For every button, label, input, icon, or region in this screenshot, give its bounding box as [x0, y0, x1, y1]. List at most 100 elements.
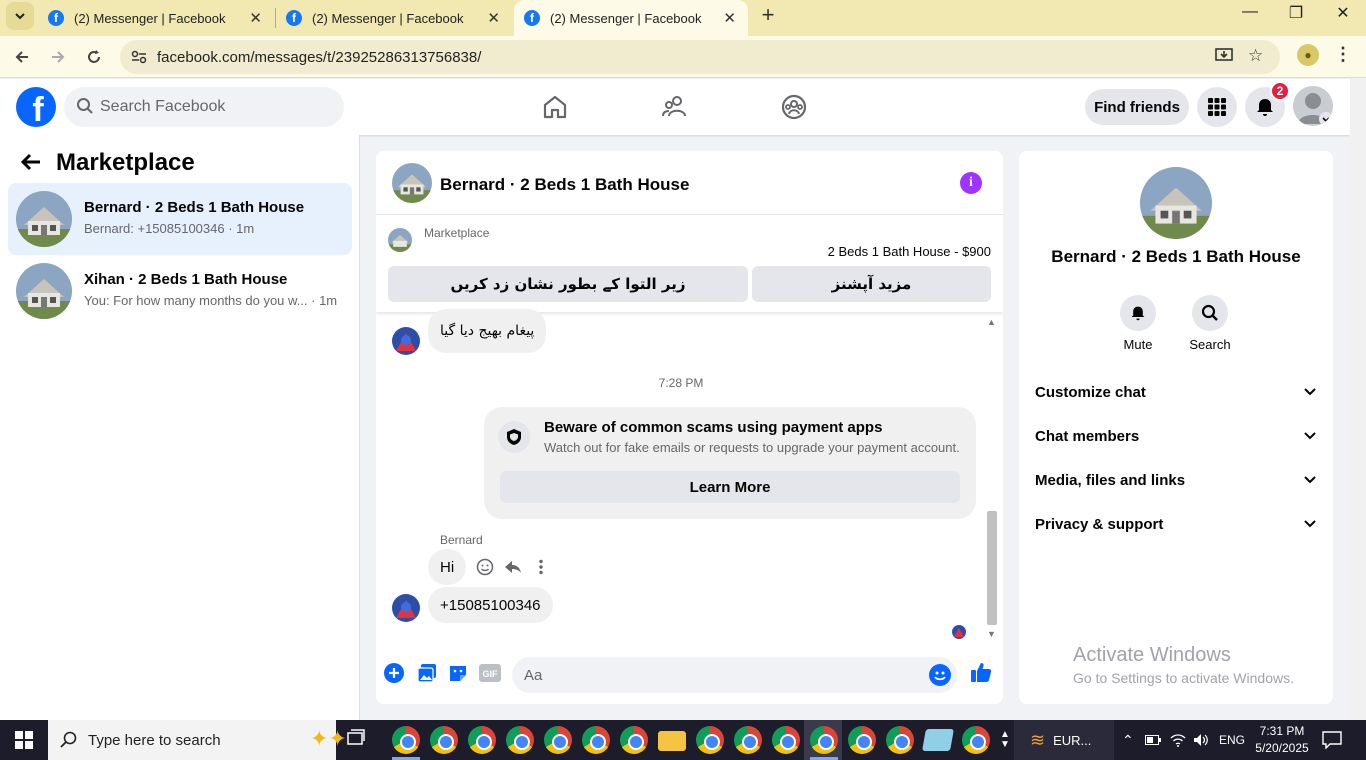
emoji-icon[interactable]	[929, 664, 951, 686]
media-files-links-row[interactable]: Media, files and links	[1035, 460, 1317, 500]
friends-icon[interactable]	[661, 93, 689, 121]
chrome-app-icon[interactable]	[886, 726, 914, 754]
tab-close-icon[interactable]: ✕	[249, 9, 262, 27]
sender-avatar[interactable]	[392, 327, 420, 355]
info-icon[interactable]: i	[960, 172, 982, 194]
reload-button[interactable]	[80, 44, 108, 70]
notes-app-icon[interactable]	[922, 729, 954, 751]
chrome-app-icon[interactable]	[582, 726, 610, 754]
chrome-app-icon[interactable]	[544, 726, 572, 754]
plus-circle-icon[interactable]	[383, 662, 405, 684]
scroll-down-icon[interactable]: ▼	[987, 629, 996, 639]
message-bubble[interactable]: پیغام بھیج دیا گیا	[428, 309, 547, 353]
chat-scrollbar[interactable]: ▲ ▼	[984, 313, 1000, 643]
copilot-sparkle-icon[interactable]: ✦✦	[310, 726, 347, 752]
chrome-app-icon[interactable]	[620, 726, 648, 754]
tab-close-icon[interactable]: ✕	[487, 9, 500, 27]
groups-icon[interactable]	[780, 93, 808, 121]
gif-icon[interactable]: GIF	[479, 662, 501, 684]
battery-icon[interactable]	[1145, 720, 1161, 760]
reply-icon[interactable]	[502, 556, 524, 578]
sender-avatar[interactable]	[392, 594, 420, 622]
facebook-search[interactable]	[64, 87, 344, 127]
close-window-button[interactable]: ✕	[1320, 3, 1366, 23]
mute-button[interactable]: Mute	[1108, 295, 1168, 352]
facebook-logo[interactable]: f	[16, 87, 56, 127]
home-icon[interactable]	[541, 93, 569, 121]
conversation-item[interactable]: Bernard · 2 Beds 1 Bath House Bernard: +…	[8, 183, 352, 255]
photo-icon[interactable]	[416, 662, 438, 684]
browser-profile-avatar[interactable]: ●	[1297, 44, 1319, 66]
learn-more-button[interactable]: Learn More	[500, 471, 960, 503]
chrome-app-icon[interactable]	[506, 726, 534, 754]
more-options-button[interactable]: مزید آپشنز	[752, 266, 991, 302]
search-input[interactable]	[100, 87, 330, 127]
chrome-app-icon[interactable]	[392, 726, 420, 754]
start-button[interactable]	[0, 720, 48, 760]
react-emoji-icon[interactable]	[474, 556, 496, 578]
search-in-chat-button[interactable]: Search	[1180, 295, 1240, 352]
task-view-icon[interactable]	[346, 728, 366, 753]
mark-pending-button[interactable]: زیر التوا کے بطور نشان زد کریں	[388, 266, 748, 302]
scroll-up-icon[interactable]: ▲	[987, 317, 996, 327]
message-input[interactable]	[524, 657, 914, 693]
wifi-icon[interactable]	[1170, 720, 1186, 760]
install-app-icon[interactable]	[1215, 46, 1233, 69]
chrome-app-icon-active[interactable]	[810, 726, 838, 754]
browser-menu-icon[interactable]: ⋮	[1334, 44, 1352, 65]
chat-title[interactable]: Bernard · 2 Beds 1 Bath House	[440, 175, 689, 195]
chrome-app-icon[interactable]	[962, 726, 990, 754]
tab-close-icon[interactable]: ✕	[723, 9, 736, 27]
weather-widget[interactable]: ≋ EUR...	[1014, 720, 1114, 760]
scroll-thumb[interactable]	[987, 511, 997, 625]
minimize-button[interactable]: —	[1227, 3, 1273, 21]
message-bubble[interactable]: +15085100346	[428, 587, 553, 623]
message-bubble[interactable]: Hi	[428, 549, 467, 585]
forward-button[interactable]	[44, 44, 72, 70]
show-hidden-icons-icon[interactable]: ⌃	[1122, 720, 1134, 760]
chrome-app-icon[interactable]	[696, 726, 724, 754]
account-avatar[interactable]	[1293, 86, 1333, 126]
taskbar-scroll-arrows[interactable]: ▲ ▼	[1000, 720, 1010, 760]
restore-button[interactable]: ❐	[1273, 3, 1319, 23]
browser-tab-1[interactable]: f (2) Messenger | Facebook ✕	[38, 0, 274, 36]
address-bar[interactable]: facebook.com/messages/t/2392528631375683…	[120, 40, 1280, 74]
taskbar-search[interactable]: ✦✦	[48, 720, 347, 760]
conversation-item[interactable]: Xihan · 2 Beds 1 Bath House You: For how…	[8, 255, 352, 327]
tab-search-dropdown[interactable]	[6, 2, 34, 30]
bell-icon	[1257, 99, 1273, 116]
notification-center-icon[interactable]	[1322, 720, 1342, 760]
privacy-support-row[interactable]: Privacy & support	[1035, 504, 1317, 544]
customize-chat-row[interactable]: Customize chat	[1035, 372, 1317, 412]
chrome-app-icon[interactable]	[734, 726, 762, 754]
system-clock[interactable]: 7:31 PM 5/20/2025	[1254, 723, 1310, 757]
browser-tab-2[interactable]: f (2) Messenger | Facebook ✕	[276, 0, 512, 36]
bookmark-star-icon[interactable]: ☆	[1248, 46, 1263, 66]
volume-icon[interactable]	[1193, 720, 1209, 760]
chrome-app-icon[interactable]	[430, 726, 458, 754]
input-language[interactable]: ENG	[1219, 720, 1245, 760]
chat-members-row[interactable]: Chat members	[1035, 416, 1317, 456]
find-friends-button[interactable]: Find friends	[1085, 89, 1189, 125]
listing-thumbnail[interactable]	[392, 163, 432, 203]
chevron-down-icon	[1304, 476, 1316, 484]
browser-tab-3-active[interactable]: f (2) Messenger | Facebook ✕	[514, 0, 748, 36]
new-tab-button[interactable]: +	[758, 2, 778, 28]
back-arrow-icon[interactable]	[20, 151, 42, 180]
chrome-app-icon[interactable]	[848, 726, 876, 754]
chrome-app-icon[interactable]	[772, 726, 800, 754]
site-settings-icon[interactable]	[130, 48, 148, 66]
taskbar-search-input[interactable]	[88, 720, 288, 760]
page-scrollbar[interactable]	[1350, 79, 1366, 720]
file-explorer-icon[interactable]	[658, 731, 686, 751]
clock-date: 5/20/2025	[1255, 741, 1309, 755]
menu-grid-button[interactable]	[1197, 87, 1237, 127]
listing-title-price[interactable]: 2 Beds 1 Bath House - $900	[828, 244, 991, 259]
back-button[interactable]	[8, 44, 36, 70]
listing-thumbnail[interactable]	[1140, 167, 1212, 239]
message-timestamp: 7:28 PM	[658, 376, 704, 390]
more-vertical-icon[interactable]	[530, 556, 552, 578]
chrome-app-icon[interactable]	[468, 726, 496, 754]
thumbs-up-icon[interactable]	[969, 660, 993, 684]
sticker-icon[interactable]	[447, 662, 469, 684]
